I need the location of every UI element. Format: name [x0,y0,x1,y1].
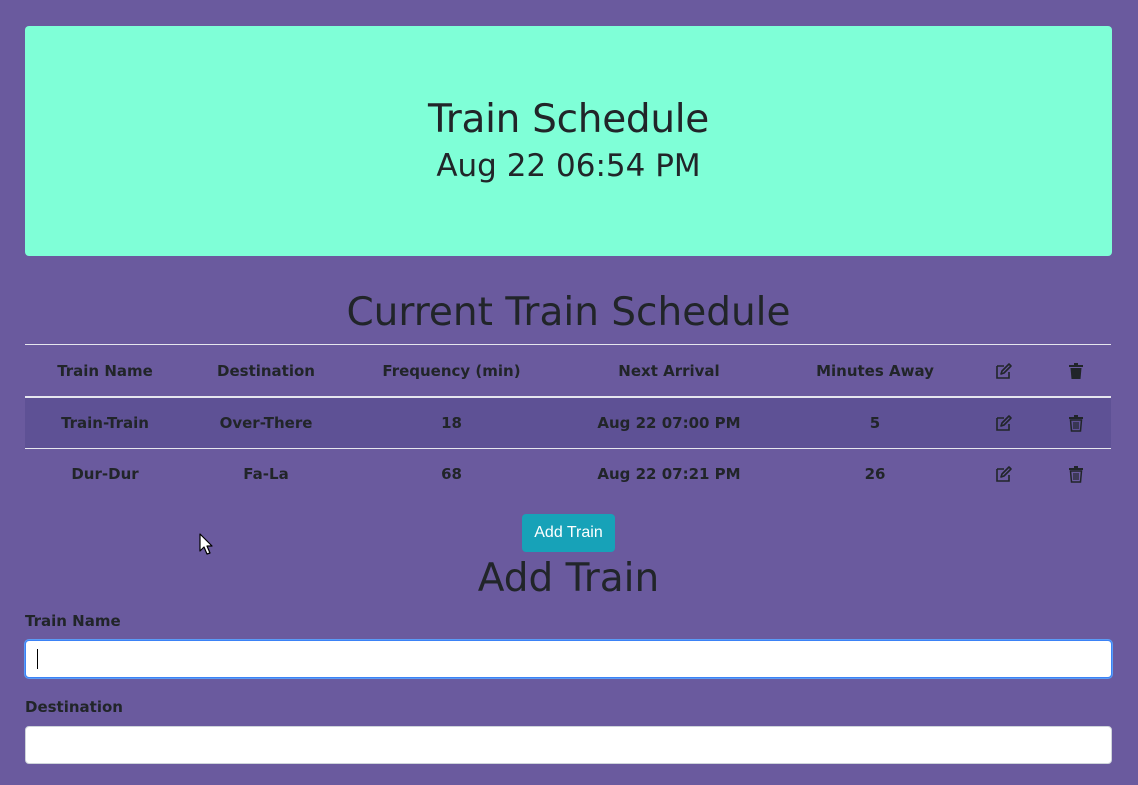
cell-minutes-away: 5 [782,397,968,449]
train-name-input[interactable] [25,640,1112,678]
trash-icon [1067,362,1085,380]
cell-frequency: 68 [441,465,462,483]
header-jumbotron: Train Schedule Aug 22 06:54 PM [25,26,1112,256]
cell-destination: Over-There [185,397,347,449]
cell-next-arrival: Aug 22 07:00 PM [556,397,782,449]
trash-icon[interactable] [1067,465,1085,483]
table-header-row: Train Name Destination Frequency (min) N… [25,344,1111,398]
cell-frequency: 18 [347,397,556,449]
destination-input[interactable] [25,726,1112,764]
cell-next-arrival: Aug 22 07:21 PM [597,465,741,483]
destination-label: Destination [25,698,123,716]
add-train-button[interactable]: Add Train [522,514,615,552]
column-header-frequency: Frequency (min) [347,344,556,398]
train-name-label: Train Name [25,612,121,630]
column-header-next-arrival: Next Arrival [556,344,782,398]
text-caret [37,649,38,669]
table-row: Train-Train Over-There 18 Aug 22 07:00 P… [25,397,1111,449]
add-train-title: Add Train [477,556,660,601]
column-header-minutes-away: Minutes Away [782,344,968,398]
schedule-title: Current Train Schedule [346,290,791,335]
cell-destination: Fa-La [243,465,289,483]
current-datetime: Aug 22 06:54 PM [436,147,701,184]
cell-train-name: Train-Train [25,397,185,449]
cell-minutes-away: 26 [864,465,886,483]
edit-icon[interactable] [995,414,1013,432]
edit-icon[interactable] [995,465,1013,483]
schedule-table: Train Name Destination Frequency (min) N… [25,344,1111,499]
cell-train-name: Dur-Dur [71,465,139,483]
edit-icon [995,362,1013,380]
column-header-train-name: Train Name [25,344,185,398]
page-title: Train Schedule [428,97,709,142]
table-row: Dur-Dur Fa-La 68 Aug 22 07:21 PM 26 [25,449,1111,500]
trash-icon[interactable] [1067,414,1085,432]
column-header-destination: Destination [185,344,347,398]
mouse-pointer-icon [199,533,213,559]
